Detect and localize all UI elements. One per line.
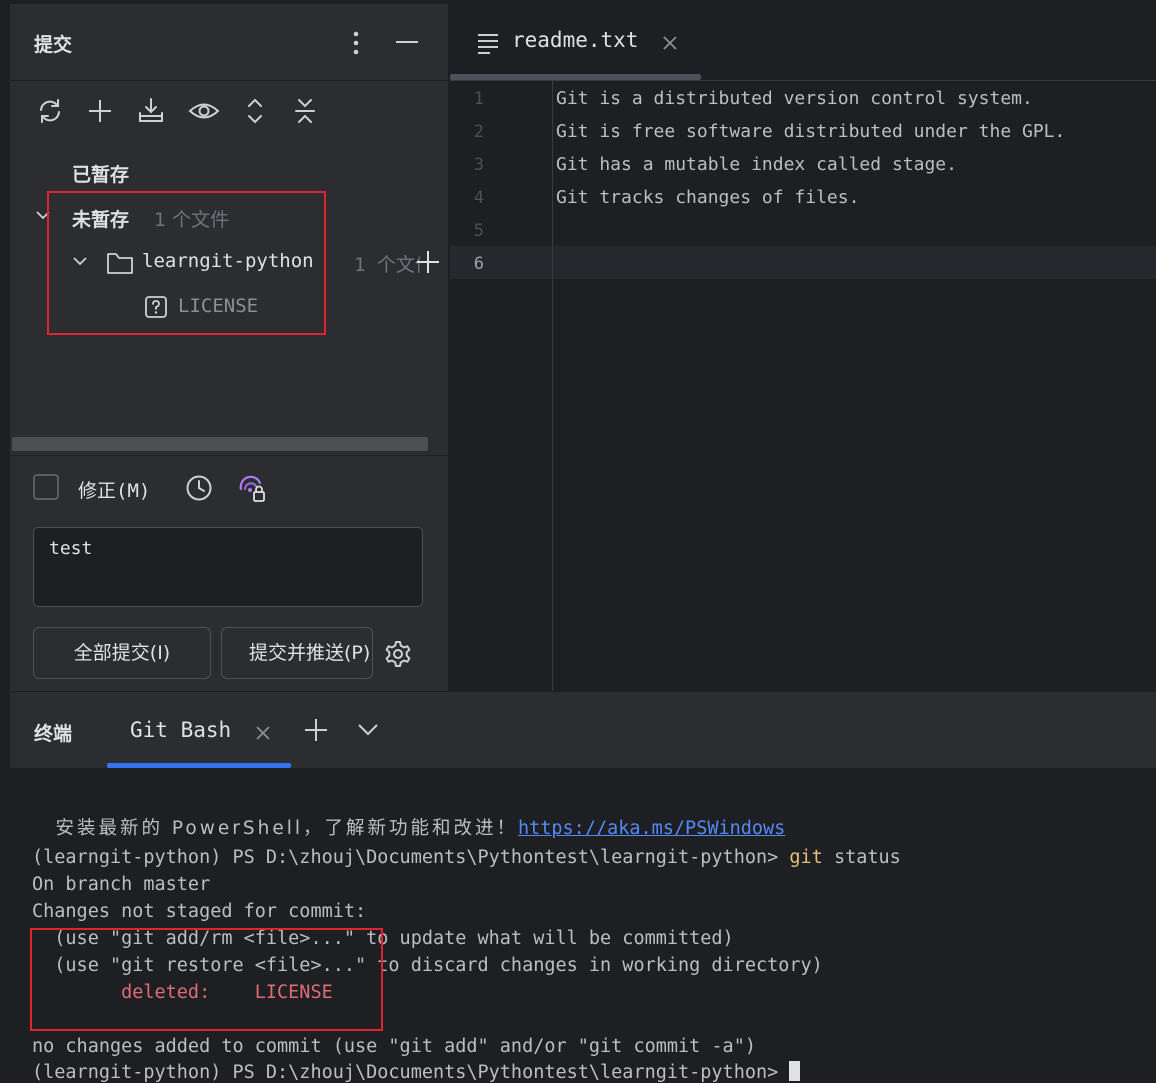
terminal-header: 终端 Git Bash bbox=[10, 692, 1156, 768]
divider bbox=[450, 80, 1156, 81]
current-line-highlight bbox=[450, 246, 1156, 279]
folder-file-count: 1 个文件 bbox=[354, 254, 420, 276]
code-line[interactable]: Git has a mutable index called stage. bbox=[556, 154, 957, 175]
download-icon[interactable] bbox=[137, 97, 165, 125]
divider bbox=[10, 455, 448, 456]
history-icon[interactable] bbox=[185, 474, 213, 502]
add-to-vcs-icon[interactable] bbox=[415, 249, 441, 275]
terminal-output-line: no changes added to commit (use "git add… bbox=[32, 1036, 756, 1057]
terminal-panel: 终端 Git Bash 安装最新的 PowerShell，了解新功能和改进！ht… bbox=[10, 692, 1156, 1083]
highlight-box bbox=[30, 928, 383, 1031]
ai-lock-icon[interactable] bbox=[237, 474, 267, 504]
collapse-all-icon[interactable] bbox=[291, 97, 319, 125]
refresh-icon[interactable] bbox=[36, 97, 64, 125]
highlight-box bbox=[47, 191, 326, 335]
command-args: status bbox=[822, 847, 901, 868]
amend-label[interactable]: 修正(M) bbox=[78, 476, 150, 503]
commit-all-button[interactable]: 全部提交(I) bbox=[33, 627, 211, 679]
terminal-output-line: On branch master bbox=[32, 874, 211, 895]
line-number: 3 bbox=[473, 155, 484, 175]
line-number-current: 6 bbox=[473, 254, 484, 274]
line-number: 1 bbox=[473, 89, 484, 109]
terminal-cursor bbox=[789, 1061, 801, 1081]
add-icon[interactable] bbox=[86, 97, 114, 125]
prompt: (learngit-python) PS D:\zhouj\Documents\… bbox=[32, 1062, 790, 1083]
amend-checkbox[interactable] bbox=[33, 474, 59, 500]
line-number: 4 bbox=[473, 188, 484, 208]
expand-all-icon[interactable] bbox=[241, 97, 269, 125]
staged-group[interactable]: 已暂存 bbox=[72, 160, 129, 187]
text-file-icon bbox=[476, 32, 500, 54]
editor-tab-readme[interactable]: readme.txt bbox=[450, 4, 701, 80]
gutter-divider bbox=[552, 81, 553, 691]
terminal-command-line: (learngit-python) PS D:\zhouj\Documents\… bbox=[32, 847, 901, 868]
commit-header: 提交 bbox=[10, 4, 448, 81]
eye-icon[interactable] bbox=[188, 97, 220, 125]
settings-gear-icon[interactable] bbox=[384, 640, 412, 668]
commit-panel: 提交 已暂存 未暂存 1 个文件 learngit-python 1 个文 LI… bbox=[10, 4, 448, 691]
close-icon[interactable] bbox=[255, 725, 271, 741]
code-line[interactable]: Git is free software distributed under t… bbox=[556, 121, 1065, 142]
new-tab-icon[interactable] bbox=[303, 717, 329, 743]
tab-git-bash[interactable]: Git Bash bbox=[130, 718, 231, 742]
horizontal-scrollbar[interactable] bbox=[12, 437, 428, 451]
commit-panel-title: 提交 bbox=[34, 34, 73, 56]
editor: readme.txt 1 2 3 4 5 6 Git is a distribu… bbox=[450, 4, 1156, 691]
editor-tab-label: readme.txt bbox=[512, 28, 639, 52]
more-options-icon[interactable] bbox=[344, 30, 368, 58]
terminal-title: 终端 bbox=[34, 723, 73, 745]
commit-message-input[interactable]: test bbox=[33, 527, 423, 607]
commit-and-push-button[interactable]: 提交并推送(P) bbox=[221, 627, 373, 679]
line-number: 5 bbox=[473, 221, 484, 241]
close-icon[interactable] bbox=[662, 35, 678, 51]
minimize-icon[interactable] bbox=[394, 30, 420, 58]
install-link[interactable]: https://aka.ms/PSWindows bbox=[518, 818, 785, 839]
active-tab-indicator bbox=[107, 763, 291, 768]
install-message: 安装最新的 PowerShell，了解新功能和改进！ bbox=[55, 818, 518, 839]
terminal-prompt-line[interactable]: (learngit-python) PS D:\zhouj\Documents\… bbox=[32, 1061, 801, 1083]
line-number: 2 bbox=[473, 122, 484, 142]
terminal-output-line: Changes not staged for commit: bbox=[32, 901, 367, 922]
code-line[interactable]: Git tracks changes of files. bbox=[556, 187, 859, 208]
command-name: git bbox=[789, 847, 823, 868]
prompt: (learngit-python) PS D:\zhouj\Documents\… bbox=[32, 847, 790, 868]
code-line[interactable]: Git is a distributed version control sys… bbox=[556, 88, 1033, 109]
chevron-down-icon[interactable] bbox=[357, 722, 379, 738]
